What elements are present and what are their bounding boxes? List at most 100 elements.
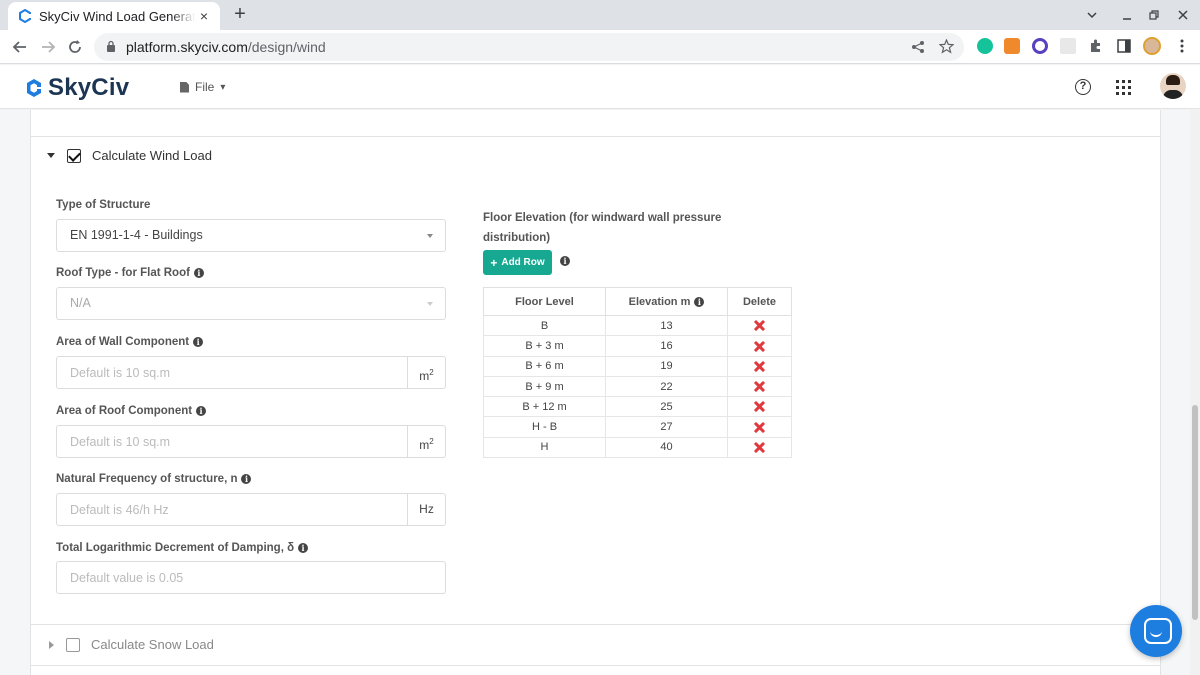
elevation-cell[interactable]: 19 [605,355,728,377]
close-window-icon[interactable] [1177,9,1189,21]
info-icon[interactable]: i [193,268,204,278]
plus-icon: + [490,255,498,270]
chat-support-button[interactable] [1130,605,1182,657]
delete-icon[interactable] [754,422,765,433]
info-icon[interactable]: i [298,543,309,553]
browser-toolbar: platform.skyciv.com/design/wind [0,30,1200,64]
delete-icon[interactable] [754,401,765,412]
roof-type-select[interactable]: N/A [56,287,446,320]
delete-cell [727,335,792,357]
floor-level-cell[interactable]: B + 12 m [483,396,606,418]
elevation-cell[interactable]: 25 [605,396,728,418]
extension-blank-icon[interactable] [1060,38,1076,54]
floor-level-cell[interactable]: B + 6 m [483,355,606,377]
floor-level-cell[interactable]: B [483,314,606,337]
tab-title: SkyCiv Wind Load Generator [39,8,195,24]
frequency-input[interactable] [57,494,407,525]
floor-level-cell[interactable]: H [483,436,606,459]
wind-section-header[interactable]: Calculate Wind Load [47,148,212,163]
share-icon[interactable] [911,40,925,54]
new-tab-button[interactable]: + [229,3,251,26]
forward-icon[interactable] [38,37,58,57]
side-panel-icon[interactable] [1116,38,1132,54]
table-header-row: Floor Level Elevation mi Delete [483,287,792,316]
bookmark-star-icon[interactable] [939,39,954,54]
minimize-icon[interactable] [1121,9,1133,21]
caret-right-icon[interactable] [49,640,54,649]
skyciv-logo-icon [27,79,41,97]
snow-section-title: Calculate Snow Load [91,637,214,652]
info-icon[interactable]: i [694,296,705,307]
table-row: B + 12 m 25 [483,396,792,418]
delete-icon[interactable] [754,361,765,372]
elevation-cell[interactable]: 16 [605,335,728,357]
unit-text: m [419,438,430,452]
add-row-button[interactable]: + Add Row [483,250,552,275]
info-icon[interactable]: i [196,406,207,416]
divider [31,136,1160,137]
grammarly-extension-icon[interactable] [977,38,993,54]
snow-section-header[interactable]: Calculate Snow Load [47,637,214,652]
delete-icon[interactable] [754,381,765,392]
skyciv-logo[interactable]: SkyCiv [24,74,129,102]
roof-area-input[interactable] [57,426,407,457]
elevation-cell[interactable]: 22 [605,375,728,398]
address-bar[interactable]: platform.skyciv.com/design/wind [94,33,964,61]
structure-type-label: Type of Structure [56,199,150,211]
wall-area-input[interactable] [57,357,407,388]
table-row: B + 9 m 22 [483,375,792,398]
delete-icon[interactable] [754,341,765,352]
extensions-puzzle-icon[interactable] [1088,38,1104,54]
skyciv-favicon-icon [19,9,31,23]
elevation-cell[interactable]: 27 [605,416,728,438]
scrollbar-thumb[interactable] [1192,405,1198,620]
floor-level-cell[interactable]: H - B [483,416,606,438]
document-icon [180,81,189,93]
damping-input[interactable] [57,562,445,593]
metamask-extension-icon[interactable] [1004,38,1020,54]
page-scrollbar[interactable] [1190,110,1200,675]
wall-area-label-text: Area of Wall Component [56,336,190,348]
elevation-cell[interactable]: 40 [605,436,728,459]
help-icon[interactable]: ? [1075,79,1091,95]
delete-icon[interactable] [754,320,765,331]
file-menu[interactable]: File ▾ [180,80,225,94]
dropdown-arrow-icon [427,234,433,238]
wall-area-unit: m2 [407,357,445,388]
back-icon[interactable] [10,37,30,57]
table-row: H 40 [483,436,792,459]
url-text: platform.skyciv.com/design/wind [126,39,326,55]
delete-icon[interactable] [754,442,765,453]
damping-label-text: Total Logarithmic Decrement of Damping, … [56,542,295,554]
snow-load-checkbox[interactable] [66,637,80,652]
structure-type-select[interactable]: EN 1991-1-4 - Buildings [56,219,446,252]
user-avatar[interactable] [1160,73,1186,99]
browser-menu-icon[interactable] [1174,38,1190,54]
reload-icon[interactable] [65,37,85,57]
floor-level-cell[interactable]: B + 9 m [483,375,606,398]
delete-cell [727,396,792,418]
column-header-delete: Delete [727,287,792,316]
info-icon[interactable]: i [241,474,252,484]
browser-tab-bar: SkyCiv Wind Load Generator × + [0,0,1200,30]
divider [31,665,1160,666]
profile-avatar[interactable] [1143,37,1161,55]
elevation-cell[interactable]: 13 [605,314,728,337]
browser-tab[interactable]: SkyCiv Wind Load Generator × [8,2,220,30]
tab-close-icon[interactable]: × [196,8,212,24]
lock-icon[interactable] [106,40,116,53]
extension-icon[interactable] [1032,38,1048,54]
wall-area-field: m2 [56,356,446,389]
info-icon[interactable]: i [560,256,570,266]
wind-load-checkbox[interactable] [67,148,81,163]
tab-search-chevron-icon[interactable] [1086,9,1098,21]
divider [31,624,1160,625]
floor-level-cell[interactable]: B + 3 m [483,335,606,357]
table-row: B + 6 m 19 [483,355,792,377]
info-icon[interactable]: i [193,337,204,347]
apps-grid-icon[interactable] [1116,80,1131,95]
restore-icon[interactable] [1148,9,1160,21]
roof-area-label: Area of Roof Component i [56,405,207,417]
damping-field [56,561,446,594]
caret-down-icon[interactable] [47,153,55,158]
